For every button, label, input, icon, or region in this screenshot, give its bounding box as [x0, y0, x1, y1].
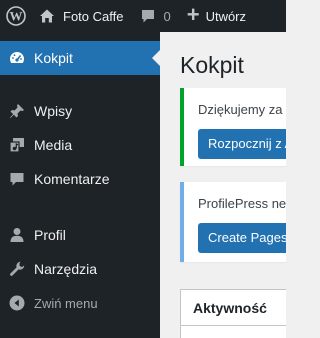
- comment-icon: [7, 169, 27, 189]
- sidebar-item-media[interactable]: Media: [0, 128, 160, 162]
- admin-sidebar: Kokpit Wpisy Media Komentarze Profil Nar…: [0, 32, 160, 338]
- get-started-button[interactable]: Rozpocznij z A: [198, 129, 286, 159]
- admin-bar: W Foto Caffe 0 + Utwórz: [0, 0, 286, 32]
- sidebar-item-wpisy[interactable]: Wpisy: [0, 94, 160, 128]
- sidebar-item-label: Media: [34, 137, 73, 153]
- welcome-notice: Dziękujemy za w Rozpocznij z A: [180, 88, 286, 166]
- sidebar-item-label: Kokpit: [34, 50, 73, 66]
- main-content: Kokpit Dziękujemy za w Rozpocznij z A Pr…: [160, 32, 286, 338]
- new-content-menu[interactable]: + Utwórz: [179, 0, 254, 32]
- sidebar-item-label: Wpisy: [34, 103, 73, 119]
- sidebar-item-narzedzia[interactable]: Narzędzia: [0, 252, 160, 286]
- collapse-menu-button[interactable]: Zwiń menu: [0, 286, 160, 320]
- menu-separator: [0, 75, 160, 94]
- activity-widget-title: Aktywność: [193, 299, 267, 316]
- media-icon: [7, 135, 27, 155]
- wrench-icon: [7, 259, 27, 279]
- home-icon: [40, 9, 54, 23]
- user-icon: [7, 225, 27, 245]
- profilepress-notice: ProfilePress nee Create Pages: [180, 182, 286, 262]
- menu-separator: [0, 196, 160, 218]
- welcome-notice-text: Dziękujemy za w: [198, 102, 286, 117]
- comments-link[interactable]: 0: [132, 0, 178, 32]
- page-title: Kokpit: [180, 52, 244, 78]
- sidebar-item-label: Komentarze: [34, 171, 110, 187]
- sidebar-item-kokpit[interactable]: Kokpit: [0, 41, 160, 75]
- wordpress-icon: W: [6, 6, 26, 26]
- sidebar-item-profil[interactable]: Profil: [0, 218, 160, 252]
- comments-count: 0: [163, 8, 171, 24]
- collapse-arrow-icon: [7, 293, 27, 313]
- site-name-link[interactable]: Foto Caffe: [32, 0, 132, 32]
- svg-text:W: W: [10, 9, 23, 24]
- create-pages-button[interactable]: Create Pages: [198, 223, 286, 253]
- wordpress-logo-button[interactable]: W: [0, 0, 32, 32]
- new-content-label: Utwórz: [205, 8, 247, 24]
- plus-icon: +: [186, 2, 200, 27]
- dashboard-icon: [7, 48, 27, 68]
- activity-widget: Aktywność: [180, 289, 286, 338]
- site-name-label: Foto Caffe: [63, 8, 124, 24]
- profilepress-notice-text: ProfilePress nee: [198, 196, 286, 211]
- sidebar-item-label: Profil: [34, 227, 66, 243]
- comment-bubble-icon: [142, 10, 155, 23]
- sidebar-item-label: Narzędzia: [34, 261, 98, 277]
- collapse-menu-label: Zwiń menu: [34, 295, 98, 311]
- pin-icon: [7, 101, 27, 121]
- sidebar-item-komentarze[interactable]: Komentarze: [0, 162, 160, 196]
- activity-widget-header[interactable]: Aktywność: [181, 290, 286, 326]
